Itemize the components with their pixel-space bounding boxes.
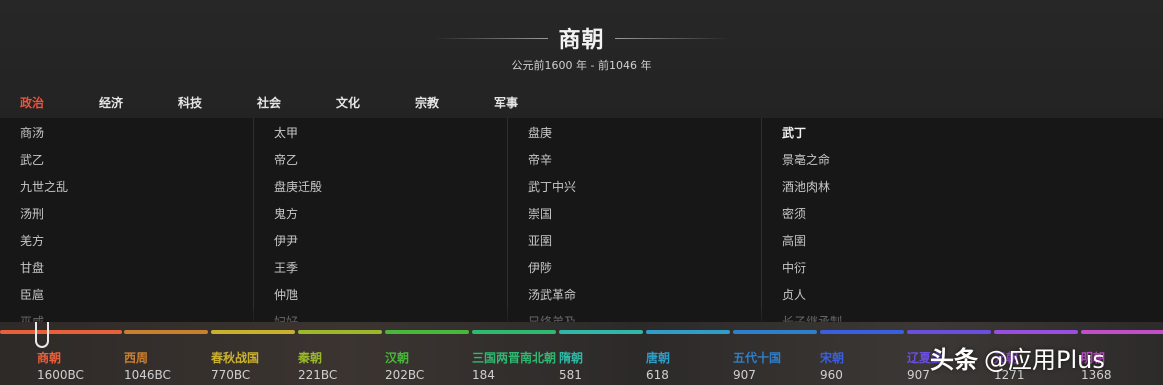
era-name[interactable]: 三国两晋南北朝 <box>472 349 556 366</box>
era-bar[interactable] <box>907 330 991 334</box>
era-bar[interactable] <box>472 330 556 334</box>
era-name[interactable]: 西周 <box>124 349 148 366</box>
timeline-handle-icon[interactable] <box>35 322 49 348</box>
topic-item[interactable]: 高圉 <box>782 232 806 249</box>
era-year: 202BC <box>385 368 425 382</box>
era-bar[interactable] <box>646 330 730 334</box>
topic-item[interactable]: 中衍 <box>782 259 806 276</box>
era-year: 221BC <box>298 368 338 382</box>
topic-item[interactable]: 帝辛 <box>528 151 552 168</box>
topic-item[interactable]: 盘庚 <box>528 124 552 141</box>
era-year: 184 <box>472 368 495 382</box>
tab-2[interactable]: 科技 <box>178 94 257 111</box>
era-name[interactable]: 宋朝 <box>820 349 844 366</box>
era-bar[interactable] <box>385 330 469 334</box>
era-name[interactable]: 五代十国 <box>733 349 781 366</box>
topic-item[interactable]: 武丁中兴 <box>528 178 576 195</box>
era-year: 907 <box>907 368 930 382</box>
topic-item[interactable]: 商汤 <box>20 124 44 141</box>
topic-item[interactable]: 王季 <box>274 259 298 276</box>
era-year: 770BC <box>211 368 251 382</box>
tab-5[interactable]: 宗教 <box>415 94 494 111</box>
tab-3[interactable]: 社会 <box>257 94 336 111</box>
era-bar[interactable] <box>124 330 208 334</box>
tab-1[interactable]: 经济 <box>99 94 178 111</box>
topic-item[interactable]: 鬼方 <box>274 205 298 222</box>
topic-item[interactable]: 臣扈 <box>20 286 44 303</box>
category-tabs: 政治 经济 科技 社会 文化 宗教 军事 <box>20 94 573 111</box>
title-divider-left <box>433 37 549 39</box>
page-title: 商朝 <box>558 28 605 53</box>
topic-item[interactable]: 贞人 <box>782 286 806 303</box>
topic-item[interactable]: 密须 <box>782 205 806 222</box>
era-year: 1600BC <box>37 368 84 382</box>
topic-item[interactable]: 太甲 <box>274 124 298 141</box>
header: 商朝 公元前1600 年 - 前1046 年 政治 经济 科技 社会 文化 宗教 军事 <box>0 0 1163 118</box>
topic-item[interactable]: 伊陟 <box>528 259 552 276</box>
topic-item[interactable]: 景亳之命 <box>782 151 830 168</box>
topic-column-0: 商汤武乙九世之乱汤刑羌方甘盘臣扈巫咸 <box>0 118 254 330</box>
era-bar[interactable] <box>733 330 817 334</box>
tab-6[interactable]: 军事 <box>494 94 573 111</box>
topic-item[interactable]: 帝乙 <box>274 151 298 168</box>
era-year: 907 <box>733 368 756 382</box>
date-range: 公元前1600 年 - 前1046 年 <box>511 59 652 72</box>
era-name[interactable]: 秦朝 <box>298 349 322 366</box>
topic-item[interactable]: 羌方 <box>20 232 44 249</box>
topic-item[interactable]: 汤刑 <box>20 205 44 222</box>
tab-4[interactable]: 文化 <box>336 94 415 111</box>
era-year: 1046BC <box>124 368 171 382</box>
watermark-logo: 头条 <box>930 346 978 374</box>
watermark-text: @应用Plus <box>984 346 1105 374</box>
era-bar[interactable] <box>0 330 122 334</box>
topic-item[interactable]: 仲虺 <box>274 286 298 303</box>
topic-item[interactable]: 盘庚迁殷 <box>274 178 322 195</box>
topic-column-1: 太甲帝乙盘庚迁殷鬼方伊尹王季仲虺妇好 <box>254 118 508 330</box>
era-year: 581 <box>559 368 582 382</box>
tab-0[interactable]: 政治 <box>20 94 99 111</box>
era-bar[interactable] <box>1081 330 1163 334</box>
topic-item[interactable]: 武丁 <box>782 124 806 141</box>
era-name[interactable]: 隋朝 <box>559 349 583 366</box>
topic-item[interactable]: 伊尹 <box>274 232 298 249</box>
title-row: 商朝 <box>0 22 1163 54</box>
topic-item[interactable]: 崇国 <box>528 205 552 222</box>
era-year: 960 <box>820 368 843 382</box>
topic-item[interactable]: 亚圉 <box>528 232 552 249</box>
topic-column-3: 武丁景亳之命酒池肉林密须高圉中衍贞人长子继承制 <box>762 118 1016 330</box>
topic-column-2: 盘庚帝辛武丁中兴崇国亚圉伊陟汤武革命兄终弟及 <box>508 118 762 330</box>
topic-item[interactable]: 汤武革命 <box>528 286 576 303</box>
topic-list: 武丁景亳之命酒池肉林密须高圉中衍贞人长子继承制盘庚帝辛武丁中兴崇国亚圉伊陟汤武革… <box>0 118 1163 330</box>
topic-item[interactable]: 甘盘 <box>20 259 44 276</box>
era-bar[interactable] <box>298 330 382 334</box>
watermark: 头条 @应用Plus <box>930 340 1105 375</box>
era-name[interactable]: 唐朝 <box>646 349 670 366</box>
era-bar[interactable] <box>820 330 904 334</box>
topic-item[interactable]: 酒池肉林 <box>782 178 830 195</box>
era-name[interactable]: 商朝 <box>37 349 61 366</box>
topic-item[interactable]: 武乙 <box>20 151 44 168</box>
era-name[interactable]: 春秋战国 <box>211 349 259 366</box>
era-name[interactable]: 汉朝 <box>385 349 409 366</box>
era-year: 618 <box>646 368 669 382</box>
title-divider-right <box>614 37 730 39</box>
era-bar[interactable] <box>559 330 643 334</box>
era-bar[interactable] <box>211 330 295 334</box>
topic-item[interactable]: 九世之乱 <box>20 178 68 195</box>
era-bar[interactable] <box>994 330 1078 334</box>
